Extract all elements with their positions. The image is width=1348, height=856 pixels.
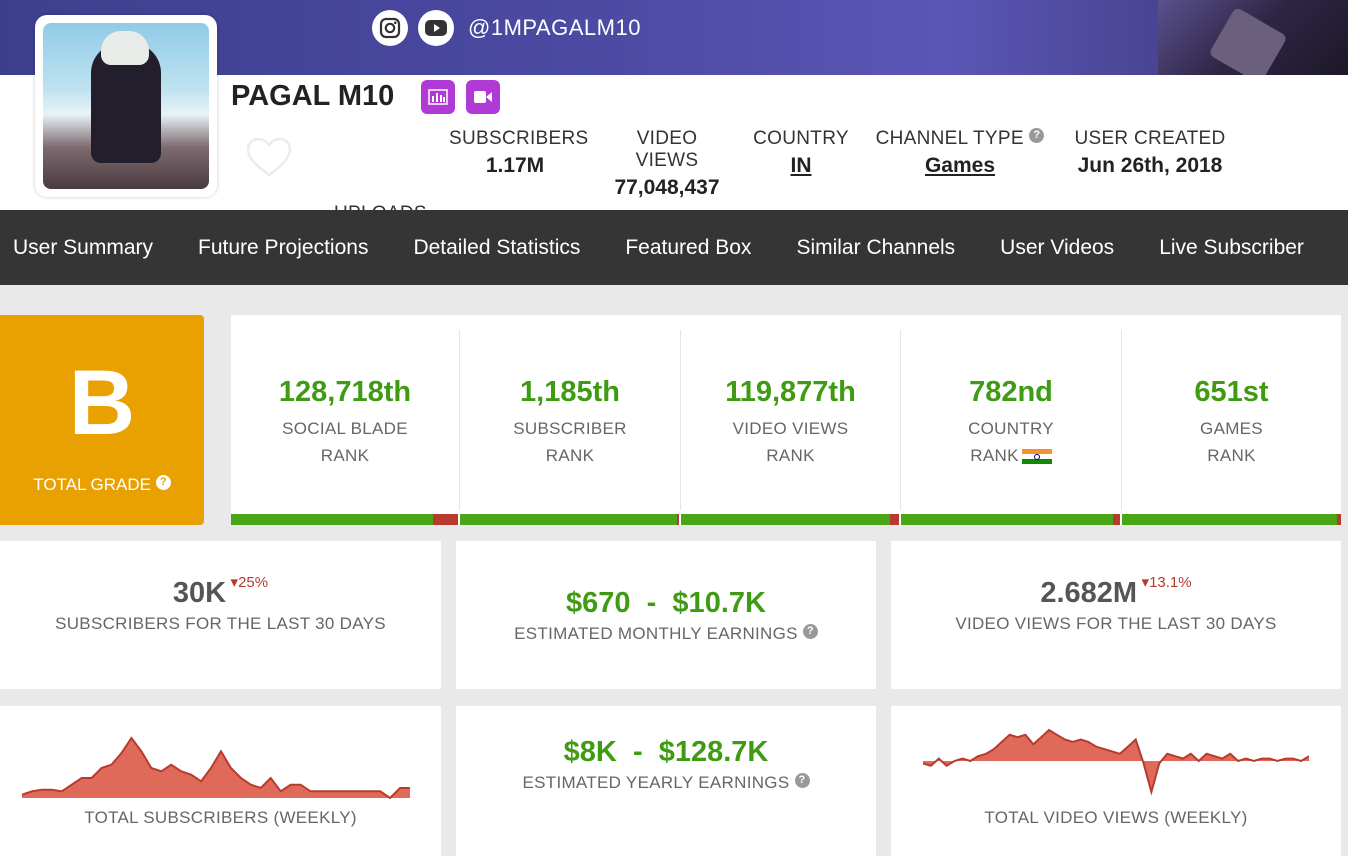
total-video-views-weekly-card: TOTAL VIDEO VIEWS (WEEKLY) xyxy=(891,706,1341,856)
nav-detailed-statistics[interactable]: Detailed Statistics xyxy=(413,236,580,260)
channel-name: PAGAL M10 xyxy=(231,80,395,112)
rank-games: 651st GAMES RANK xyxy=(1121,330,1341,510)
rank-progress-bar xyxy=(1122,514,1341,525)
card-label: ESTIMATED MONTHLY EARNINGS xyxy=(514,624,798,643)
subscribers-30-days-card: 30K ▾25% SUBSCRIBERS FOR THE LAST 30 DAY… xyxy=(0,541,441,689)
rank-social-blade: 128,718th SOCIAL BLADE RANK xyxy=(231,330,459,510)
india-flag-icon xyxy=(1021,449,1052,465)
instagram-icon[interactable] xyxy=(372,10,408,46)
rank-label: RANK xyxy=(766,446,815,465)
rank-video-views: 119,877th VIDEO VIEWS RANK xyxy=(680,330,900,510)
help-icon[interactable]: ? xyxy=(155,475,171,490)
youtube-icon[interactable] xyxy=(418,10,454,46)
sparkline-area xyxy=(22,738,410,798)
video-views-30-days-card: 2.682M ▾13.1% VIDEO VIEWS FOR THE LAST 3… xyxy=(891,541,1341,689)
stat-value: Jun 26th, 2018 xyxy=(1077,154,1223,177)
stat-user-created: USER CREATED Jun 26th, 2018 xyxy=(1070,128,1230,178)
card-label: TOTAL SUBSCRIBERS (WEEKLY) xyxy=(84,808,357,827)
nav-user-videos[interactable]: User Videos xyxy=(1000,236,1114,260)
rank-value: 1,185th xyxy=(520,376,620,408)
stat-label: VIDEO VIEWS xyxy=(635,128,699,171)
nav-user-summary[interactable]: User Summary xyxy=(13,236,153,260)
rank-label: RANK xyxy=(320,446,370,465)
subscribers-30-days-value: 30K xyxy=(172,577,227,609)
subscribers-30-days-delta: 25% xyxy=(238,574,269,591)
nav-featured-box[interactable]: Featured Box xyxy=(625,236,751,260)
ranks-panel: 128,718th SOCIAL BLADE RANK 1,185th SUBSC… xyxy=(231,315,1341,525)
video-views-30-days-value: 2.682M xyxy=(1040,577,1138,609)
favorite-heart-icon[interactable] xyxy=(246,137,292,178)
stat-country: COUNTRY IN xyxy=(752,128,850,178)
rank-label: GAMES xyxy=(1200,419,1263,438)
stat-value: 77,048,437 xyxy=(614,176,720,199)
nav-live-subscriber[interactable]: Live Subscriber xyxy=(1159,236,1304,260)
rank-label: RANK xyxy=(1207,446,1256,465)
card-label: SUBSCRIBERS FOR THE LAST 30 DAYS xyxy=(55,614,386,633)
stat-label: CHANNEL TYPE xyxy=(875,128,1024,149)
video-icon[interactable] xyxy=(466,80,500,114)
rank-value: 119,877th xyxy=(725,376,856,408)
channel-avatar[interactable] xyxy=(35,15,217,197)
nav-future-projections[interactable]: Future Projections xyxy=(198,236,368,260)
rank-progress-bar xyxy=(231,514,458,525)
help-icon[interactable]: ? xyxy=(802,624,818,639)
rank-progress-bar xyxy=(681,514,899,525)
yearly-earnings-card: $8K - $128.7K ESTIMATED YEARLY EARNINGS … xyxy=(456,706,876,856)
yearly-earnings-value: $8K - $128.7K xyxy=(563,736,769,768)
card-label: ESTIMATED YEARLY EARNINGS xyxy=(522,773,790,792)
rank-progress-bar xyxy=(460,514,679,525)
stat-label: COUNTRY xyxy=(753,128,849,149)
rank-label: SUBSCRIBER xyxy=(513,419,627,438)
rank-label: RANK xyxy=(545,446,595,465)
rank-label: VIDEO VIEWS xyxy=(732,419,849,438)
rank-label: SOCIAL BLADE xyxy=(282,419,408,438)
grade-letter: B xyxy=(68,352,136,454)
rank-label: COUNTRY xyxy=(968,419,1054,438)
banner-artwork xyxy=(1158,0,1348,75)
rank-value: 651st xyxy=(1194,376,1269,408)
country-link[interactable]: IN xyxy=(752,154,850,178)
stat-video-views: VIDEO VIEWS 77,048,437 xyxy=(603,128,731,200)
rank-progress-bar xyxy=(901,514,1120,525)
rank-value: 782nd xyxy=(969,376,1053,408)
stat-value: 1.17M xyxy=(485,154,545,177)
stat-label: USER CREATED xyxy=(1074,128,1226,149)
video-views-weekly-sparkline xyxy=(923,728,1309,796)
grade-label: TOTAL GRADE xyxy=(33,475,152,494)
nav-similar-channels[interactable]: Similar Channels xyxy=(796,236,955,260)
rank-country: 782nd COUNTRY RANK xyxy=(900,330,1121,510)
stats-icon[interactable] xyxy=(421,80,455,114)
video-views-30-days-delta: 13.1% xyxy=(1149,574,1192,591)
social-handle[interactable]: @1MPAGALM10 xyxy=(468,15,641,41)
total-subscribers-weekly-card: TOTAL SUBSCRIBERS (WEEKLY) xyxy=(0,706,441,856)
avatar-image xyxy=(43,23,209,189)
channel-type-link[interactable]: Games xyxy=(872,154,1048,178)
rank-subscriber: 1,185th SUBSCRIBER RANK xyxy=(459,330,680,510)
section-nav: User Summary Future Projections Detailed… xyxy=(0,210,1348,285)
rank-label: RANK xyxy=(970,446,1019,465)
stat-subscribers: SUBSCRIBERS 1.17M xyxy=(449,128,589,178)
rank-value: 128,718th xyxy=(278,376,412,408)
card-label: TOTAL VIDEO VIEWS (WEEKLY) xyxy=(984,808,1248,827)
total-grade-card: B TOTAL GRADE ? xyxy=(0,315,204,525)
help-icon[interactable]: ? xyxy=(1029,128,1045,143)
monthly-earnings-value: $670 - $10.7K xyxy=(566,587,766,619)
stat-channel-type: CHANNEL TYPE ? Games xyxy=(872,128,1048,178)
help-icon[interactable]: ? xyxy=(794,773,810,788)
stat-label: SUBSCRIBERS xyxy=(449,128,589,149)
card-label: VIDEO VIEWS FOR THE LAST 30 DAYS xyxy=(955,614,1277,633)
subscribers-weekly-sparkline xyxy=(22,736,410,800)
social-links: @1MPAGALM10 xyxy=(372,10,641,46)
monthly-earnings-card: $670 - $10.7K ESTIMATED MONTHLY EARNINGS… xyxy=(456,541,876,689)
